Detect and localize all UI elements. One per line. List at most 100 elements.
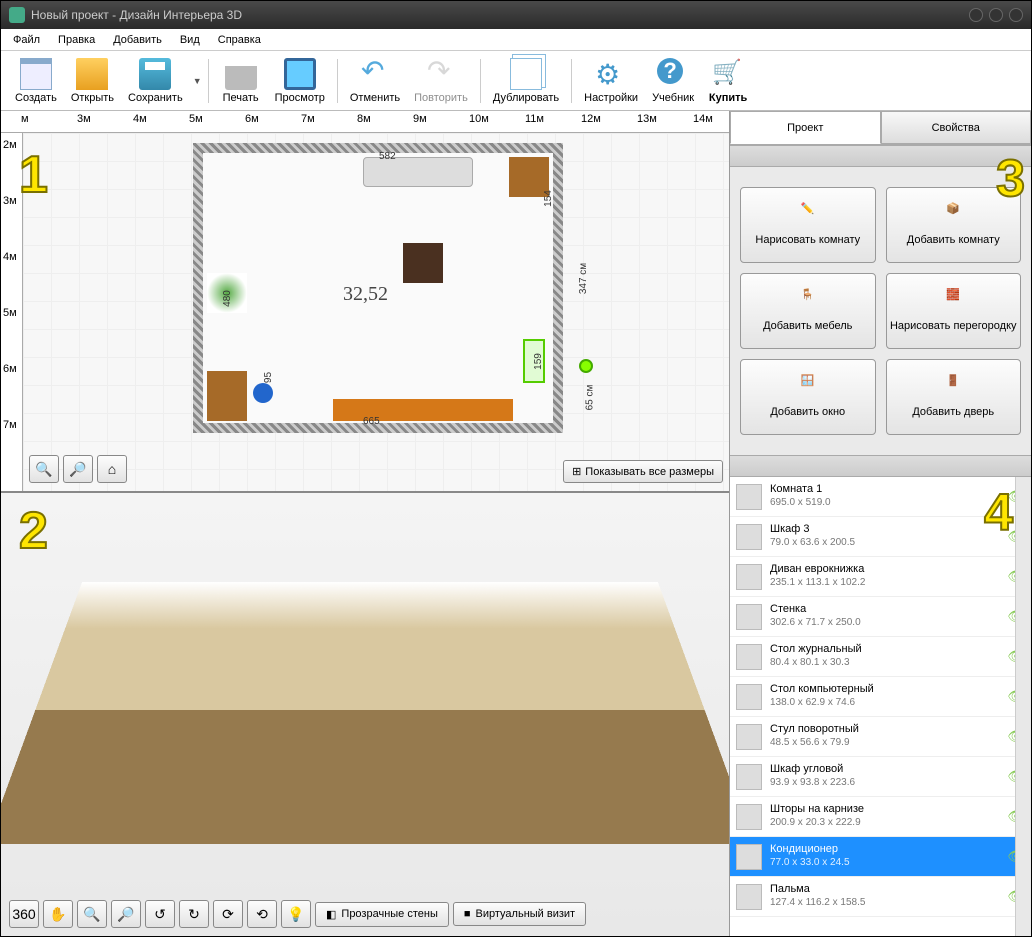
duplicate-button[interactable]: Дублировать: [487, 55, 565, 107]
virtual-tour-button[interactable]: ■ Виртуальный визит: [453, 902, 586, 926]
desk2-2d[interactable]: [207, 371, 247, 421]
separator: [480, 59, 481, 103]
menu-help[interactable]: Справка: [210, 32, 269, 48]
object-thumb-icon: [736, 804, 762, 830]
room-outline[interactable]: 32,52 582 347 см 154 480: [193, 143, 563, 433]
menu-edit[interactable]: Правка: [50, 32, 103, 48]
camera-icon: ■: [464, 908, 471, 920]
save-dropdown-icon[interactable]: ▼: [193, 76, 202, 86]
object-dimensions: 200.9 x 20.3 x 222.9: [770, 817, 999, 830]
add-furniture-button[interactable]: 🪑Добавить мебель: [740, 273, 876, 349]
main-toolbar: Создать Открыть Сохранить ▼ Печать Просм…: [1, 51, 1031, 111]
save-button[interactable]: Сохранить: [122, 55, 189, 107]
scrollbar[interactable]: [1015, 477, 1031, 936]
ruler-tick: 6м: [245, 113, 259, 125]
zoom-out-button[interactable]: 🔍: [29, 455, 59, 483]
menu-add[interactable]: Добавить: [105, 32, 170, 48]
draw-partition-button[interactable]: 🧱Нарисовать перегородку: [886, 273, 1022, 349]
object-name: Стенка: [770, 603, 999, 617]
maximize-button[interactable]: [989, 8, 1003, 22]
tutorial-button[interactable]: Учебник: [646, 55, 700, 107]
object-thumb-icon: [736, 564, 762, 590]
draw-room-button[interactable]: ✏️Нарисовать комнату: [740, 187, 876, 263]
view-3d[interactable]: 2 360 ✋ 🔍 🔎 ↺ ↻ ⟳ ⟲ 💡 ◧ Прозрачные стены: [1, 493, 729, 936]
list-item[interactable]: Шкаф угловой93.9 x 93.8 x 223.6👁: [730, 757, 1031, 797]
view3d-toolbar: 360 ✋ 🔍 🔎 ↺ ↻ ⟳ ⟲ 💡 ◧ Прозрачные стены ■: [9, 900, 721, 928]
list-item[interactable]: Диван еврокнижка235.1 x 113.1 x 102.2👁: [730, 557, 1031, 597]
buy-button[interactable]: Купить: [702, 55, 754, 107]
wall-unit-2d[interactable]: [333, 399, 513, 421]
list-item[interactable]: Шторы на карнизе200.9 x 20.3 x 222.9👁: [730, 797, 1031, 837]
redo-button[interactable]: Повторить: [408, 55, 474, 107]
object-name: Кондиционер: [770, 843, 999, 857]
zoom-out-3d-button[interactable]: 🔍: [77, 900, 107, 928]
app-icon: [9, 7, 25, 23]
ruler-tick: 10м: [469, 113, 489, 125]
preview-button[interactable]: Просмотр: [269, 55, 331, 107]
print-button[interactable]: Печать: [215, 55, 267, 107]
menu-file[interactable]: Файл: [5, 32, 48, 48]
object-name: Шторы на карнизе: [770, 803, 999, 817]
menu-view[interactable]: Вид: [172, 32, 208, 48]
home-button[interactable]: ⌂: [97, 455, 127, 483]
add-box-icon: 📦: [939, 203, 967, 231]
ruler-tick: 4м: [3, 251, 17, 263]
zoom-in-3d-button[interactable]: 🔎: [111, 900, 141, 928]
undo-button[interactable]: Отменить: [344, 55, 406, 107]
lower-button[interactable]: ⟲: [247, 900, 277, 928]
right-panel: Проект Свойства 3 ✏️Нарисовать комнату 📦…: [729, 111, 1031, 936]
show-dimensions-toggle[interactable]: ⊞ Показывать все размеры: [563, 460, 723, 483]
transparent-walls-toggle[interactable]: ◧ Прозрачные стены: [315, 902, 449, 927]
add-door-button[interactable]: 🚪Добавить дверь: [886, 359, 1022, 435]
minimize-button[interactable]: [969, 8, 983, 22]
close-button[interactable]: [1009, 8, 1023, 22]
settings-button[interactable]: Настройки: [578, 55, 644, 107]
scene-3d[interactable]: [1, 582, 729, 844]
ruler-tick: 5м: [3, 307, 17, 319]
coffee-table-2d[interactable]: [403, 243, 443, 283]
object-name: Шкаф 3: [770, 523, 999, 537]
new-button[interactable]: Создать: [9, 55, 63, 107]
list-item[interactable]: Стол журнальный80.4 x 80.1 x 30.3👁: [730, 637, 1031, 677]
menubar: Файл Правка Добавить Вид Справка: [1, 29, 1031, 51]
object-thumb-icon: [736, 644, 762, 670]
tilt-right-button[interactable]: ↻: [179, 900, 209, 928]
object-list[interactable]: 4 Комната 1695.0 x 519.0👁Шкаф 379.0 x 63…: [730, 477, 1031, 936]
add-window-button[interactable]: 🪟Добавить окно: [740, 359, 876, 435]
open-button[interactable]: Открыть: [65, 55, 120, 107]
rotate-360-button[interactable]: 360: [9, 900, 39, 928]
ruler-tick: 7м: [3, 419, 17, 431]
tab-properties[interactable]: Свойства: [881, 111, 1032, 144]
list-item[interactable]: Стул поворотный48.5 x 56.6 x 79.9👁: [730, 717, 1031, 757]
zoom-in-button[interactable]: 🔎: [63, 455, 93, 483]
ruler-tick: 14м: [693, 113, 713, 125]
dimension-label: 480: [222, 290, 233, 307]
object-thumb-icon: [736, 604, 762, 630]
zone-label-4: 4: [984, 483, 1013, 543]
object-dimensions: 93.9 x 93.8 x 223.6: [770, 777, 999, 790]
object-dimensions: 138.0 x 62.9 x 74.6: [770, 697, 999, 710]
object-thumb-icon: [736, 764, 762, 790]
floorplan-canvas[interactable]: 32,52 582 347 см 154 480: [23, 133, 729, 491]
list-item[interactable]: Стенка302.6 x 71.7 x 250.0👁: [730, 597, 1031, 637]
object-name: Шкаф угловой: [770, 763, 999, 777]
separator: [337, 59, 338, 103]
list-item[interactable]: Пальма127.4 x 116.2 x 158.5👁: [730, 877, 1031, 917]
room-area-label: 32,52: [343, 283, 388, 306]
chair-2d[interactable]: [253, 383, 273, 403]
ruler-tick: 9м: [413, 113, 427, 125]
lighting-button[interactable]: 💡: [281, 900, 311, 928]
dimension-label: 582: [379, 151, 396, 162]
print-icon: [225, 58, 257, 90]
list-item[interactable]: Кондиционер77.0 x 33.0 x 24.5👁: [730, 837, 1031, 877]
list-item[interactable]: Стол компьютерный138.0 x 62.9 x 74.6👁: [730, 677, 1031, 717]
tab-project[interactable]: Проект: [730, 111, 881, 144]
plan-view-2d[interactable]: 1 2м3м4м5м6м7м 32,52 582: [1, 133, 729, 493]
pencil-cup-icon: ✏️: [794, 203, 822, 231]
tilt-left-button[interactable]: ↺: [145, 900, 175, 928]
selection-handle[interactable]: [579, 359, 593, 373]
object-name: Стол журнальный: [770, 643, 999, 657]
raise-button[interactable]: ⟳: [213, 900, 243, 928]
ruler-tick: 3м: [77, 113, 91, 125]
pan-button[interactable]: ✋: [43, 900, 73, 928]
